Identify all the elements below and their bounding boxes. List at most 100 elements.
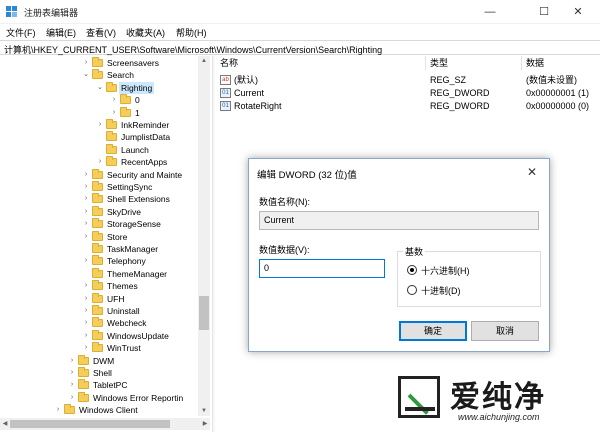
tree-item[interactable]: › TabletPC — [68, 379, 212, 391]
value-data: 0x00000001 (1) — [526, 88, 590, 98]
tree-item[interactable]: › Screensavers — [82, 57, 212, 69]
chevron-right-icon[interactable]: › — [82, 342, 90, 354]
tree-item[interactable]: › Uninstall — [82, 305, 212, 317]
address-bar[interactable]: 计算机\HKEY_CURRENT_USER\Software\Microsoft… — [0, 40, 600, 55]
tree-item[interactable]: › 1 — [110, 106, 212, 119]
value-name[interactable]: (默认) — [234, 74, 258, 86]
chevron-right-icon[interactable]: › — [54, 404, 62, 416]
chevron-right-icon[interactable]: › — [82, 305, 90, 317]
chevron-right-icon[interactable]: › — [82, 317, 90, 329]
tree-item-label: JumplistData — [121, 132, 171, 143]
scroll-left-arrow-icon[interactable]: ◀ — [0, 418, 10, 430]
menu-favorites[interactable]: 收藏夹(A) — [126, 26, 165, 39]
chevron-right-icon[interactable]: › — [68, 355, 76, 367]
chevron-right-icon[interactable]: › — [110, 94, 118, 106]
chevron-right-icon[interactable]: › — [96, 156, 104, 168]
folder-icon — [106, 119, 117, 129]
value-name[interactable]: RotateRight — [234, 100, 282, 112]
minimize-button[interactable]: — — [468, 0, 512, 24]
tree-item-label: Screensavers — [107, 58, 159, 68]
chevron-right-icon[interactable]: › — [82, 218, 90, 230]
hex-radio-label[interactable]: 十六进制(H) — [421, 264, 470, 277]
tree-item[interactable]: JumplistData — [96, 131, 212, 143]
pane-splitter[interactable] — [212, 56, 215, 432]
chevron-right-icon[interactable]: › — [68, 379, 76, 391]
tree-item-label: Webcheck — [107, 318, 147, 329]
dialog-title: 编辑 DWORD (32 位)值 — [257, 170, 357, 181]
cancel-button[interactable]: 取消 — [471, 321, 539, 341]
chevron-right-icon[interactable]: › — [82, 255, 90, 267]
chevron-right-icon[interactable]: › — [82, 57, 90, 69]
column-header-type[interactable]: 类型 — [426, 56, 522, 70]
chevron-right-icon[interactable]: › — [82, 181, 90, 193]
folder-icon — [92, 329, 103, 340]
tree-item[interactable]: › SkyDrive — [82, 205, 212, 218]
chevron-right-icon[interactable]: › — [68, 392, 76, 404]
decimal-radio[interactable] — [407, 285, 417, 295]
chevron-right-icon[interactable]: › — [82, 280, 90, 292]
tree-item[interactable]: › Telephony — [82, 255, 212, 267]
tree-item[interactable]: › Webcheck — [82, 317, 212, 329]
tree-item[interactable]: › SettingSync — [82, 181, 212, 193]
tree-item[interactable]: TaskManager — [82, 243, 212, 255]
scroll-thumb[interactable] — [199, 296, 209, 330]
tree-item[interactable]: › Shell — [68, 367, 212, 379]
tree-item[interactable]: › Windows Error Reportin — [68, 391, 212, 404]
tree-item[interactable]: › Themes — [82, 280, 212, 292]
folder-icon — [78, 367, 89, 377]
chevron-right-icon[interactable]: › — [82, 330, 90, 342]
scroll-right-arrow-icon[interactable]: ▶ — [200, 418, 210, 430]
hex-radio[interactable] — [407, 265, 417, 275]
chevron-right-icon[interactable]: › — [68, 367, 76, 379]
tree-item[interactable]: › WindowsUpdate — [82, 329, 212, 342]
tree-item-label: Righting — [119, 81, 155, 94]
folder-icon — [92, 255, 103, 266]
tree-item[interactable]: › InkReminder — [96, 119, 212, 131]
tree-item[interactable]: › Store — [82, 230, 212, 243]
menu-view[interactable]: 查看(V) — [86, 26, 116, 39]
dword-value-icon: 01 — [220, 88, 231, 98]
tree-item[interactable]: ⌄ Righting — [96, 81, 212, 94]
scroll-up-arrow-icon[interactable]: ▲ — [198, 56, 210, 66]
ok-button[interactable]: 确定 — [399, 321, 467, 341]
chevron-right-icon[interactable]: › — [82, 169, 90, 181]
menu-edit[interactable]: 编辑(E) — [46, 26, 76, 39]
folder-icon — [92, 205, 103, 216]
value-name[interactable]: Current — [234, 87, 264, 99]
tree-item[interactable]: › UFH — [82, 292, 212, 305]
menu-help[interactable]: 帮助(H) — [176, 26, 207, 39]
tree-vertical-scrollbar[interactable]: ▲ ▼ — [198, 56, 210, 416]
tree-item[interactable]: › WinTrust — [82, 342, 212, 354]
chevron-down-icon[interactable]: ⌄ — [82, 69, 90, 81]
chevron-right-icon[interactable]: › — [82, 206, 90, 218]
close-button[interactable]: ✕ — [556, 0, 600, 24]
key-tree: › Screensavers ⌄ Search ⌄ Righting › 0 › 1 › InkRem… — [0, 56, 212, 432]
tree-item[interactable]: › 0 — [110, 94, 212, 106]
value-name-field: Current — [259, 211, 539, 230]
tree-item[interactable]: Launch — [96, 143, 212, 156]
decimal-radio-label[interactable]: 十进制(D) — [421, 284, 461, 297]
tree-item[interactable]: ⌄ Search — [82, 69, 212, 81]
menu-file[interactable]: 文件(F) — [6, 26, 36, 39]
dialog-close-icon[interactable]: ✕ — [521, 163, 543, 181]
scroll-down-arrow-icon[interactable]: ▼ — [198, 406, 210, 416]
folder-icon — [106, 131, 117, 142]
hscroll-thumb[interactable] — [10, 420, 170, 428]
value-data-input[interactable]: 0 — [259, 259, 385, 278]
tree-item[interactable]: › RecentApps — [96, 156, 212, 168]
tree-item[interactable]: › Windows Client — [54, 404, 212, 416]
tree-item[interactable]: › Shell Extensions — [82, 193, 212, 205]
chevron-right-icon[interactable]: › — [82, 293, 90, 305]
column-header-data[interactable]: 数据 — [522, 56, 600, 70]
tree-item[interactable]: › StorageSense — [82, 218, 212, 230]
tree-horizontal-scrollbar[interactable]: ◀ ▶ — [0, 418, 210, 430]
chevron-right-icon[interactable]: › — [96, 119, 104, 131]
tree-item[interactable]: › Security and Mainte — [82, 168, 212, 181]
chevron-right-icon[interactable]: › — [82, 231, 90, 243]
tree-item[interactable]: ThemeManager — [82, 267, 212, 280]
column-header-name[interactable]: 名称 — [216, 56, 426, 70]
tree-item[interactable]: › DWM — [68, 354, 212, 367]
chevron-right-icon[interactable]: › — [82, 193, 90, 205]
chevron-right-icon[interactable]: › — [110, 107, 118, 119]
chevron-down-icon[interactable]: ⌄ — [96, 82, 104, 94]
